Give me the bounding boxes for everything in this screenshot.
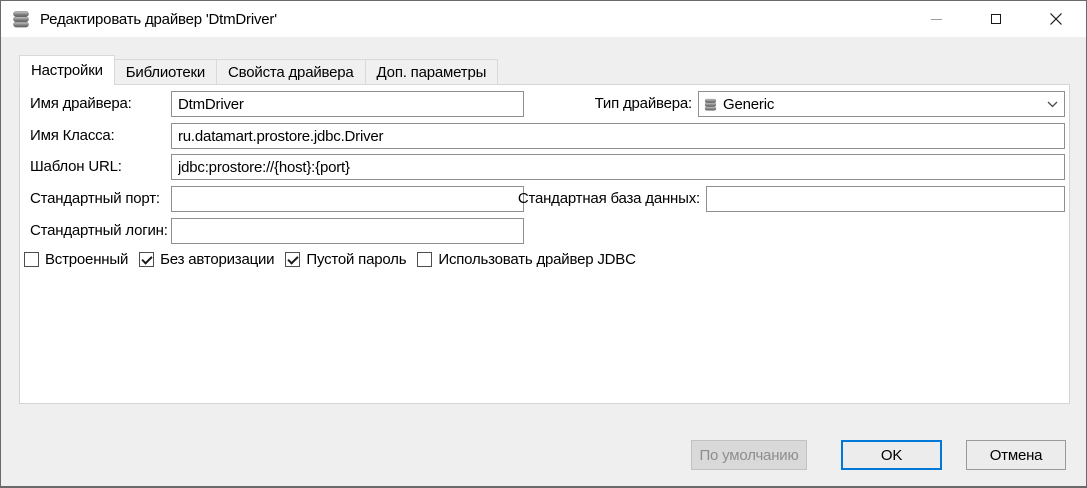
driver-flags-row: Встроенный Без авторизации Пустой пароль… xyxy=(24,250,636,268)
checkbox-label: Без авторизации xyxy=(160,250,275,268)
checkbox-label: Встроенный xyxy=(45,250,129,268)
default-database-input[interactable] xyxy=(706,186,1065,212)
url-template-label: Шаблон URL: xyxy=(30,158,122,175)
close-icon xyxy=(1050,13,1062,25)
settings-panel: Имя драйвера: Тип драйвера: Generic Имя … xyxy=(19,84,1070,404)
minimize-icon xyxy=(930,18,942,20)
tab-libraries[interactable]: Библиотеки xyxy=(113,59,218,85)
tab-extra-parameters[interactable]: Доп. параметры xyxy=(364,59,499,85)
checkbox-label: Пустой пароль xyxy=(306,250,407,268)
driver-name-label: Имя драйвера: xyxy=(30,95,132,112)
checkbox-no-authentication[interactable]: Без авторизации xyxy=(139,250,275,268)
maximize-icon xyxy=(991,14,1001,24)
checkbox-box[interactable] xyxy=(417,251,433,267)
defaults-button[interactable]: По умолчанию xyxy=(691,440,807,470)
tab-settings[interactable]: Настройки xyxy=(19,55,115,85)
driver-name-input[interactable] xyxy=(171,91,524,117)
default-port-input[interactable] xyxy=(171,186,524,212)
default-user-input[interactable] xyxy=(171,218,524,244)
checkbox-use-jdbc-driver[interactable]: Использовать драйвер JDBC xyxy=(417,250,636,268)
driver-type-value: Generic xyxy=(723,95,775,113)
checkbox-empty-password[interactable]: Пустой пароль xyxy=(285,250,407,268)
checkbox-box[interactable] xyxy=(285,251,301,267)
minimize-button[interactable] xyxy=(906,1,966,37)
edit-driver-dialog: Редактировать драйвер 'DtmDriver' Настро… xyxy=(0,0,1087,488)
default-user-label: Стандартный логин: xyxy=(30,222,168,239)
checkbox-label: Использовать драйвер JDBC xyxy=(438,250,636,268)
default-port-label: Стандартный порт: xyxy=(30,190,160,207)
tab-driver-properties[interactable]: Свойста драйвера xyxy=(216,59,366,85)
url-template-input[interactable] xyxy=(171,154,1065,180)
class-name-label: Имя Класса: xyxy=(30,127,115,144)
checkbox-embedded[interactable]: Встроенный xyxy=(24,251,128,268)
chevron-down-icon xyxy=(1047,101,1057,107)
database-icon xyxy=(13,11,29,28)
checkbox-box[interactable] xyxy=(24,251,39,267)
class-name-input[interactable] xyxy=(171,123,1065,149)
driver-type-label: Тип драйвера: xyxy=(594,95,693,112)
driver-type-select[interactable]: Generic xyxy=(698,91,1065,117)
maximize-button[interactable] xyxy=(966,1,1026,37)
close-button[interactable] xyxy=(1026,1,1086,37)
tab-bar: Настройки Библиотеки Свойста драйвера До… xyxy=(19,55,499,85)
window-controls xyxy=(906,1,1086,37)
cancel-button[interactable]: Отмена xyxy=(966,440,1066,470)
checkbox-box[interactable] xyxy=(139,251,155,267)
window-title: Редактировать драйвер 'DtmDriver' xyxy=(40,10,277,28)
titlebar[interactable]: Редактировать драйвер 'DtmDriver' xyxy=(1,1,1086,37)
ok-button[interactable]: OK xyxy=(841,440,942,470)
default-database-label: Стандартная база данных: xyxy=(517,190,700,207)
database-icon xyxy=(704,98,717,110)
